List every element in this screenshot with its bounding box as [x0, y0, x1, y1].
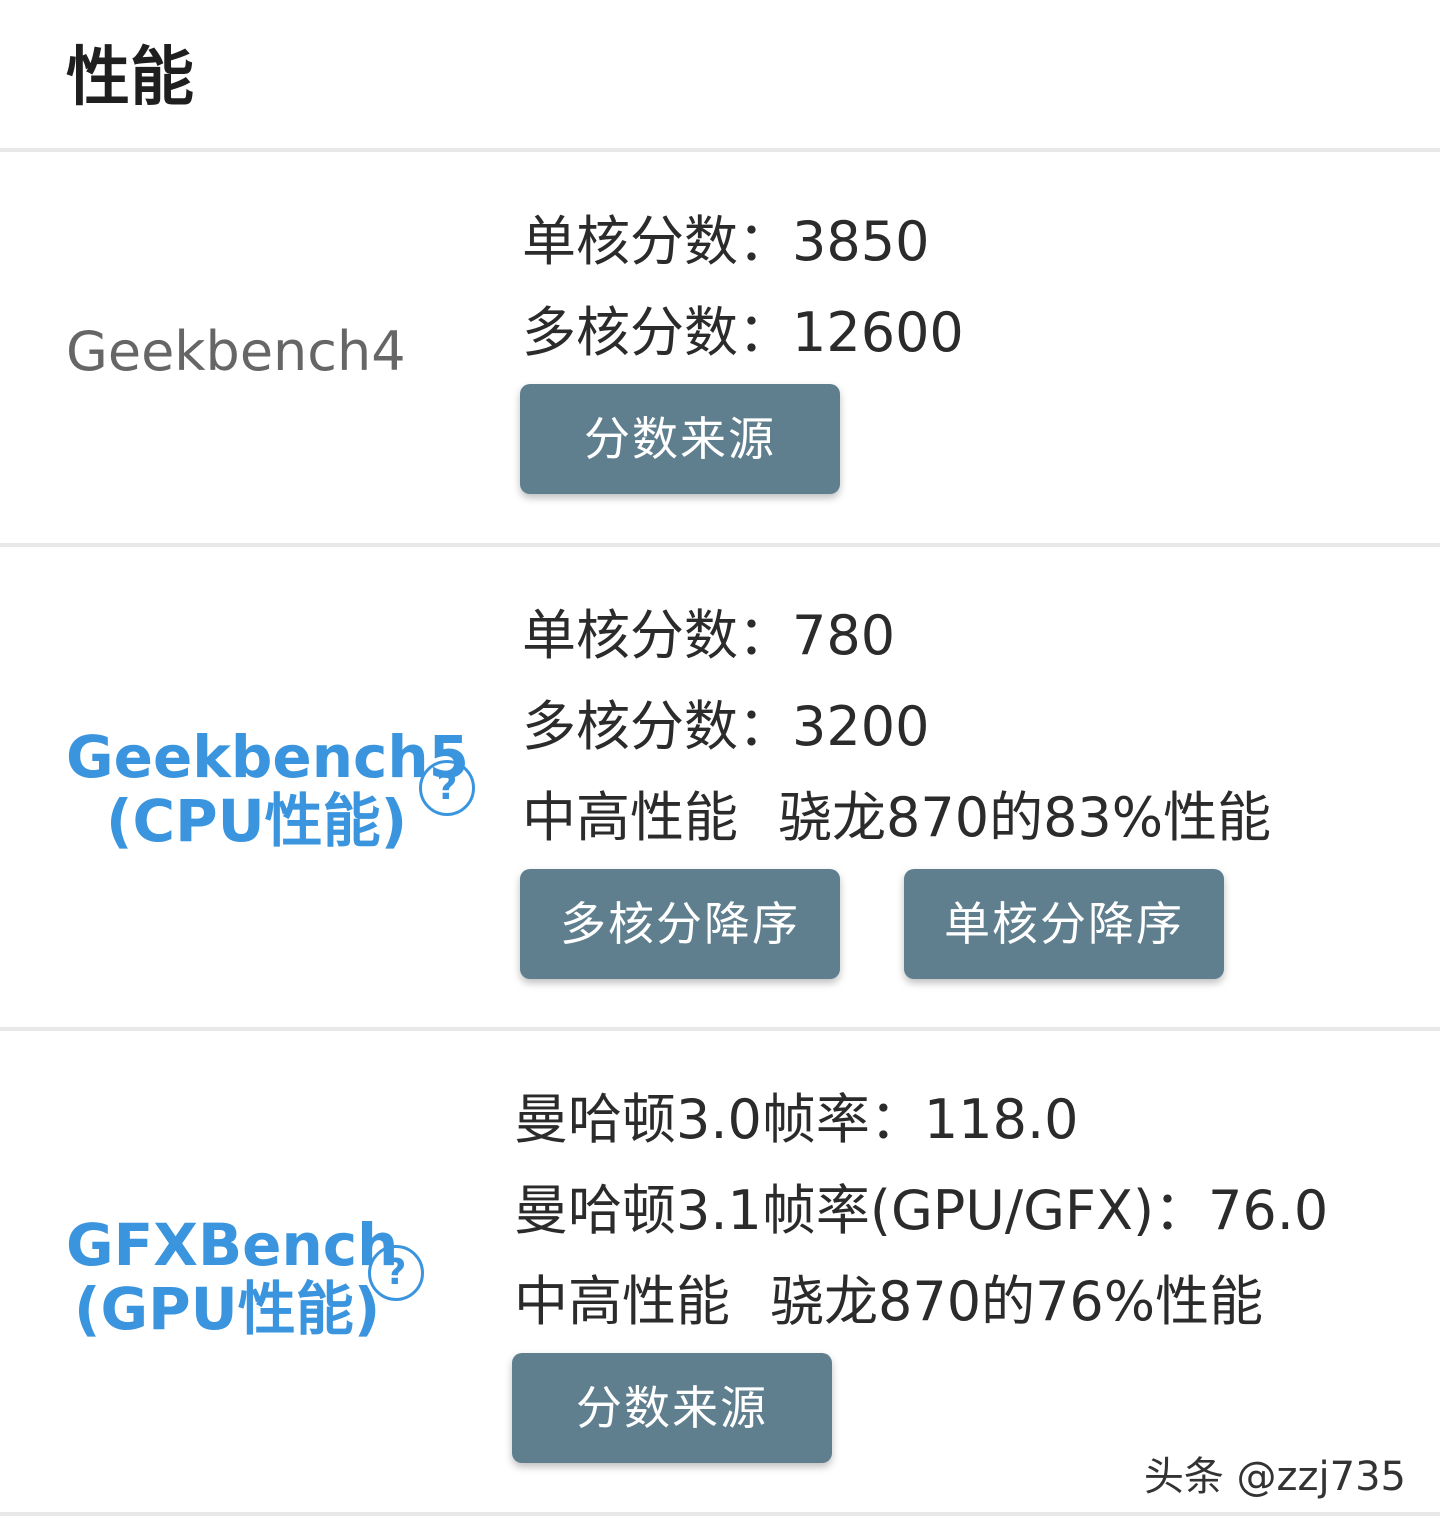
- gfxbench-section: GFXBench (GPU性能) ? 曼哈顿3.0帧率：118.0 曼哈顿3.1…: [0, 1031, 1440, 1511]
- geekbench5-label: Geekbench5: [66, 723, 470, 791]
- page-header: 性能: [0, 0, 1440, 150]
- single-core-sort-button[interactable]: 单核分降序: [904, 869, 1224, 979]
- multi-score-value: 3200: [792, 695, 930, 758]
- multi-score-label: 多核分数：: [522, 301, 792, 364]
- manhattan31-value: 76.0: [1208, 1179, 1329, 1242]
- geekbench5-performance-level: 中高性能 骁龙870的83%性能: [522, 783, 1271, 853]
- geekbench5-single-score: 单核分数：780: [522, 601, 895, 671]
- watermark: 头条 @zzj735: [1143, 1454, 1406, 1500]
- divider: [0, 1512, 1440, 1516]
- single-score-label: 单核分数：: [522, 604, 792, 667]
- manhattan31-label: 曼哈顿3.1帧率(GPU/GFX)：: [514, 1179, 1209, 1242]
- cpu-performance-label: (CPU性能): [106, 787, 408, 855]
- help-icon[interactable]: ?: [368, 1245, 424, 1301]
- performance-comparison: 骁龙870的83%性能: [778, 786, 1272, 849]
- multi-score-label: 多核分数：: [522, 695, 792, 758]
- multi-score-value: 12600: [792, 301, 964, 364]
- manhattan30-fps: 曼哈顿3.0帧率：118.0: [514, 1085, 1078, 1155]
- geekbench4-section: Geekbench4 单核分数：3850 多核分数：12600 分数来源: [0, 152, 1440, 544]
- geekbench4-single-score: 单核分数：3850: [522, 207, 929, 277]
- geekbench5-multi-score: 多核分数：3200: [522, 692, 929, 762]
- gfxbench-label: GFXBench: [66, 1211, 399, 1279]
- geekbench5-link[interactable]: Geekbench5 (CPU性能): [66, 725, 469, 853]
- performance-level: 中高性能: [522, 786, 738, 849]
- performance-level: 中高性能: [514, 1270, 730, 1333]
- geekbench5-section: Geekbench5 (CPU性能) ? 单核分数：780 多核分数：3200 …: [0, 547, 1440, 1027]
- help-icon[interactable]: ?: [419, 760, 475, 816]
- geekbench4-multi-score: 多核分数：12600: [522, 298, 964, 368]
- score-source-button[interactable]: 分数来源: [512, 1353, 832, 1463]
- manhattan30-label: 曼哈顿3.0帧率：: [514, 1088, 924, 1151]
- single-score-value: 780: [792, 604, 896, 667]
- gfxbench-performance-level: 中高性能 骁龙870的76%性能: [514, 1267, 1263, 1337]
- performance-comparison: 骁龙870的76%性能: [770, 1270, 1264, 1333]
- page-title: 性能: [66, 41, 194, 115]
- single-score-value: 3850: [792, 210, 930, 273]
- geekbench4-label: Geekbench4: [66, 320, 406, 383]
- manhattan30-value: 118.0: [923, 1088, 1079, 1151]
- gfxbench-link[interactable]: GFXBench (GPU性能): [66, 1213, 398, 1341]
- single-score-label: 单核分数：: [522, 210, 792, 273]
- manhattan31-fps: 曼哈顿3.1帧率(GPU/GFX)：76.0: [514, 1176, 1328, 1246]
- gpu-performance-label: (GPU性能): [74, 1275, 381, 1343]
- multi-core-sort-button[interactable]: 多核分降序: [520, 869, 840, 979]
- score-source-button[interactable]: 分数来源: [520, 384, 840, 494]
